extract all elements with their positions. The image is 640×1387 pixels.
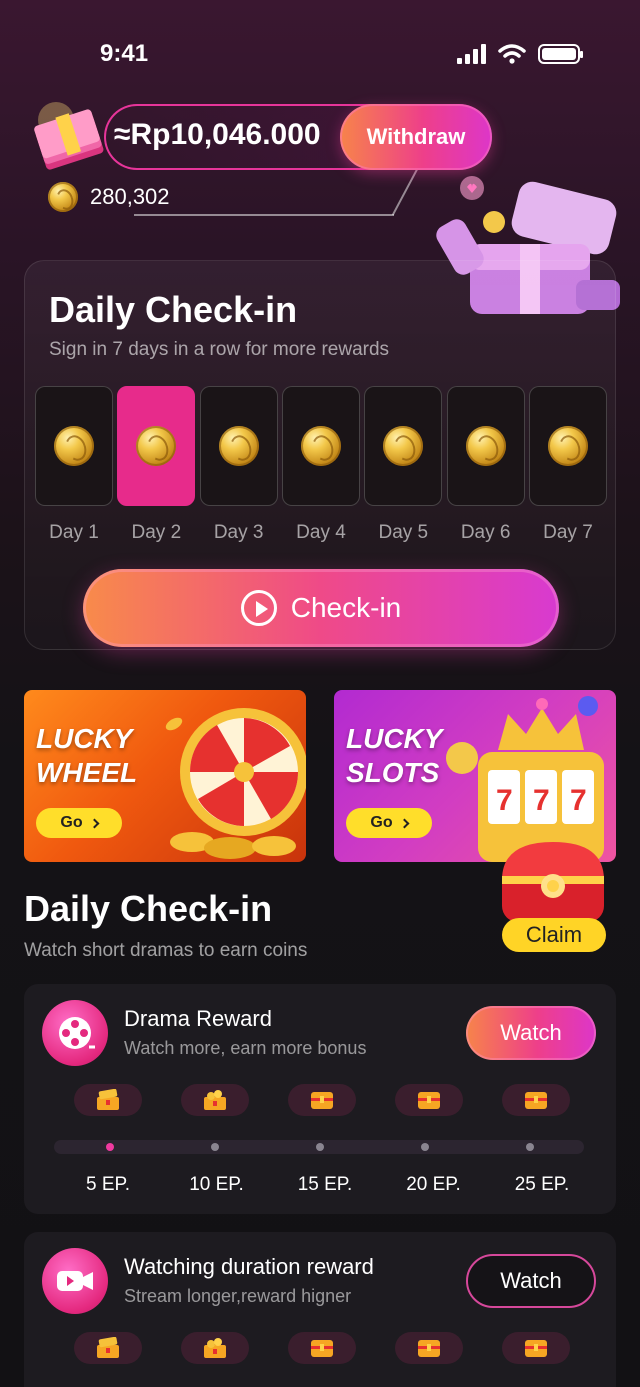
checkin-title: Daily Check-in xyxy=(49,289,298,330)
watching-duration-card: Watching duration reward Stream longer,r… xyxy=(24,1232,616,1387)
progress-dot xyxy=(106,1143,114,1151)
wheel-illustration xyxy=(165,708,306,859)
film-reel-icon xyxy=(42,1000,108,1066)
coin-icon xyxy=(383,426,424,466)
treasure-chest-open-icon[interactable] xyxy=(181,1084,249,1116)
chevron-right-icon xyxy=(399,818,410,828)
lucky-wheel-title: LUCKY WHEEL xyxy=(36,723,138,788)
daily-checkin-card: Daily Check-in Sign in 7 days in a row f… xyxy=(24,260,616,650)
status-bar: 9:41 xyxy=(0,0,640,96)
chevron-right-icon xyxy=(89,818,100,828)
day-label: Day 7 xyxy=(543,522,593,543)
progress-dot xyxy=(421,1143,429,1151)
balance-amount: ≈Rp10,046.000 xyxy=(114,118,321,151)
day-label: Day 1 xyxy=(49,522,99,543)
withdraw-button[interactable]: Withdraw xyxy=(340,104,492,170)
status-time: 9:41 xyxy=(100,40,149,67)
treasure-chest-open-icon[interactable] xyxy=(74,1332,142,1364)
treasure-chest-open-icon[interactable] xyxy=(181,1332,249,1364)
progress-dot xyxy=(211,1143,219,1151)
progress-dot xyxy=(316,1143,324,1151)
day-5[interactable]: Day 5 xyxy=(364,386,443,544)
duration-reward-subtitle: Stream longer,reward higner xyxy=(124,1286,352,1306)
coin-icon xyxy=(218,426,259,466)
drama-reward-title: Drama Reward xyxy=(124,1006,272,1031)
battery-icon xyxy=(538,44,583,64)
checkin-subtitle: Sign in 7 days in a row for more rewards xyxy=(49,339,390,360)
treasure-chest-icon[interactable] xyxy=(288,1084,356,1116)
lucky-wheel-banner[interactable]: LUCKY WHEEL Go xyxy=(24,690,306,862)
svg-text:7: 7 xyxy=(570,784,587,817)
duration-reward-title: Watching duration reward xyxy=(124,1254,374,1279)
cash-stack-icon xyxy=(34,102,104,170)
svg-text:7: 7 xyxy=(496,784,513,817)
milestone-label: 15 EP. xyxy=(297,1174,353,1195)
checkin-days: Day 1 Day 2 Day 3 Day 4 Day 5 Day 6 Day … xyxy=(35,386,607,544)
drama-reward-subtitle: Watch more, earn more bonus xyxy=(124,1038,367,1058)
go-label: Go xyxy=(370,814,393,831)
milestone-chests xyxy=(74,1084,570,1116)
day-label: Day 5 xyxy=(378,522,429,543)
milestone-label: 20 EP. xyxy=(406,1174,461,1195)
coin-icon xyxy=(547,426,588,466)
day-6[interactable]: Day 6 xyxy=(446,386,525,544)
section-subtitle: Watch short dramas to earn coins xyxy=(24,940,308,961)
day-label: Day 2 xyxy=(131,522,182,543)
milestone-chests xyxy=(74,1332,570,1364)
svg-text:7: 7 xyxy=(533,784,550,817)
checkin-button-label: Check-in xyxy=(290,592,402,623)
episode-progress-track xyxy=(54,1140,584,1154)
day-label: Day 3 xyxy=(213,522,264,543)
coin-balance: 280,302 xyxy=(48,182,170,212)
treasure-chest-icon[interactable] xyxy=(395,1332,463,1364)
section-title: Daily Check-in xyxy=(24,888,273,929)
day-3[interactable]: Day 3 xyxy=(199,386,278,544)
treasure-chest-icon[interactable] xyxy=(502,1332,570,1364)
treasure-chest-icon[interactable] xyxy=(288,1332,356,1364)
episode-milestones: 5 EP. 10 EP. 15 EP. 20 EP. 25 EP. xyxy=(68,1174,582,1196)
play-icon xyxy=(240,590,277,626)
wifi-icon xyxy=(498,44,526,64)
drama-watch-button[interactable]: Watch xyxy=(466,1006,596,1060)
status-icons xyxy=(457,44,583,64)
coin-icon xyxy=(54,426,94,466)
drama-reward-card: Drama Reward Watch more, earn more bonus… xyxy=(24,984,616,1214)
claim-button[interactable]: Claim xyxy=(502,918,606,952)
checkin-button[interactable]: Check-in xyxy=(83,569,559,647)
duration-watch-button[interactable]: Watch xyxy=(466,1254,596,1308)
progress-dot xyxy=(526,1143,534,1151)
day-label: Day 4 xyxy=(296,522,346,543)
lucky-slots-title: LUCKY SLOTS xyxy=(346,723,443,788)
lucky-wheel-go-button[interactable]: Go xyxy=(36,808,122,838)
video-camera-icon xyxy=(42,1248,108,1314)
go-label: Go xyxy=(60,814,83,831)
lucky-slots-go-button[interactable]: Go xyxy=(346,808,432,838)
balance-header: ≈Rp10,046.000 Withdraw 280,302 xyxy=(24,98,494,218)
treasure-chest-open-icon[interactable] xyxy=(74,1084,142,1116)
milestone-label: 10 EP. xyxy=(189,1174,244,1195)
milestone-label: 25 EP. xyxy=(514,1174,570,1195)
signal-icon xyxy=(457,44,486,64)
milestone-label: 5 EP. xyxy=(85,1174,131,1195)
day-7[interactable]: Day 7 xyxy=(528,386,607,544)
coin-icon xyxy=(465,426,506,466)
coin-icon xyxy=(300,426,341,466)
treasure-chest-icon xyxy=(502,842,604,927)
day-label: Day 6 xyxy=(460,522,511,543)
coin-amount: 280,302 xyxy=(90,184,170,209)
coin-icon xyxy=(136,426,177,466)
coin-icon xyxy=(48,182,78,212)
day-1[interactable]: Day 1 xyxy=(35,386,113,544)
day-2[interactable]: Day 2 xyxy=(117,386,196,544)
coins-frame xyxy=(134,170,394,216)
day-4[interactable]: Day 4 xyxy=(281,386,360,544)
treasure-chest-icon[interactable] xyxy=(395,1084,463,1116)
treasure-chest-icon[interactable] xyxy=(502,1084,570,1116)
